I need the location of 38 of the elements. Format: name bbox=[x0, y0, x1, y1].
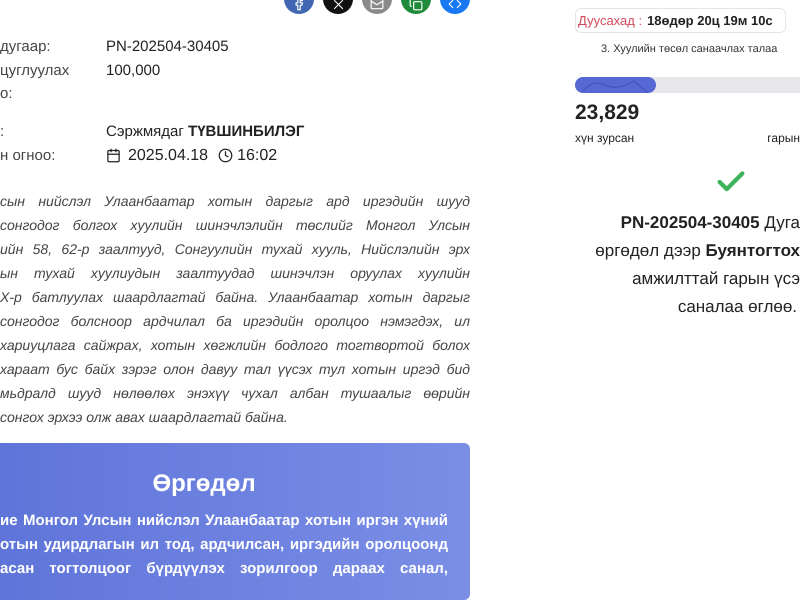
description-line: мьдралд шууд нөлөөлөх энэхүү чухал албан тушаалыг өөрийн bbox=[0, 384, 470, 403]
field-value: PN-202504-30405 bbox=[106, 37, 229, 57]
field-value: Сэржмядаг ТҮВШИНБИЛЭГ bbox=[106, 122, 304, 142]
field-label: цуглуулах bbox=[0, 61, 70, 81]
petition-line: отын удирдлагын ил тод, ардчилсан, иргэдийн оролцоонд bbox=[0, 535, 448, 555]
clock-icon bbox=[218, 148, 234, 163]
code-icon bbox=[448, 0, 462, 11]
field-label: дугаар: bbox=[0, 37, 52, 57]
description-line: сонгодог болсноор ардчилал ба иргэдийн оролцоо нэмэгдэх, ил bbox=[0, 312, 470, 331]
description-line: сонгодог болгох хуулийн шинэчлэлийн төслийг Монгол Улсын bbox=[0, 216, 470, 235]
field-value: 100,000 bbox=[106, 61, 160, 81]
field-label: о: bbox=[0, 84, 14, 104]
success-message-line: амжилттай гарын үсэ bbox=[632, 268, 800, 290]
success-message-line: өргөдөл дээр Буянтогтох bbox=[595, 240, 800, 262]
mail-icon bbox=[370, 0, 384, 11]
description-line: сын нийслэл Улаанбаатар хотын даргыг ард иргэдийн шууд bbox=[0, 192, 470, 211]
date-value: 2025.04.18 bbox=[128, 146, 208, 166]
petition-title: Өргөдөл bbox=[151, 469, 257, 499]
copy-icon bbox=[409, 0, 423, 11]
signature-count: 23,829 bbox=[575, 100, 640, 126]
success-message-line: саналаа өглөө. bbox=[678, 296, 798, 318]
countdown-label: Дуусахад : bbox=[578, 12, 642, 30]
petition-line: асан тогтолцоог бүрдүүлэх зорилгоор дараах санал, bbox=[0, 559, 448, 579]
description-line: сонгох эрхээ олж авах шаардлагтай байна. bbox=[0, 408, 289, 427]
field-label: : bbox=[0, 122, 6, 142]
time-value: 16:02 bbox=[237, 146, 278, 166]
category-text: 3. Хуулийн төсөл санаачлах талаа bbox=[601, 42, 778, 57]
calendar-icon bbox=[106, 148, 121, 163]
x-icon bbox=[332, 0, 344, 11]
description-line: ийн 58, 62-р заалтууд, Сонгуулийн тухай хууль, Нийслэлийн эрх bbox=[0, 240, 470, 259]
signature-goal-label: гарын bbox=[767, 130, 800, 146]
success-message-line: PN-202504-30405 Дуга bbox=[620, 212, 800, 234]
signature-label: хүн зурсан bbox=[575, 130, 636, 146]
field-label: н огноо: bbox=[0, 146, 56, 166]
description-line: Х-р батлуулах шаардлагтай байна. Улаанбаатар хотын даргыг bbox=[0, 288, 470, 307]
countdown-value: 18өдөр 20ц 19м 10с bbox=[647, 12, 773, 30]
description-line: ын тухай хуулиудын заалтуудад шинэчлэн оруулах хуулийн bbox=[0, 264, 470, 283]
petition-line: ие Монгол Улсын нийслэл Улаанбаатар хотын иргэн хүний bbox=[0, 511, 448, 531]
